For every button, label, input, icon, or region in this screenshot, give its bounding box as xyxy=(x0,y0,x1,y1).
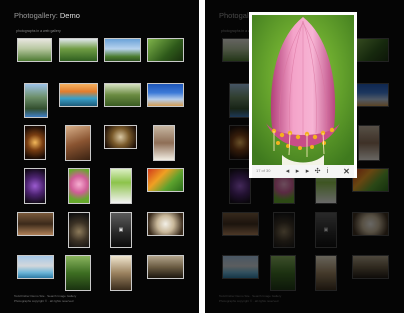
photo-courtyard-thumbnail xyxy=(352,255,389,279)
photo-garden-steps-thumbnail[interactable] xyxy=(17,38,52,62)
photo-palm-shadow-thumbnail[interactable] xyxy=(147,38,184,62)
photo-hall-thumbnail[interactable] xyxy=(110,255,132,291)
photo-purple-orchid-thumbnail[interactable] xyxy=(24,168,46,204)
lightbox: 17 of 30 ◂ ▸ ▸ ✣ i ✕ xyxy=(249,12,357,178)
page-title: Photogallery: Demo xyxy=(14,11,80,20)
subheading: photographs in a web gallery xyxy=(16,29,61,33)
photo-hall-thumbnail xyxy=(315,255,337,291)
lightbox-image[interactable] xyxy=(252,15,354,165)
photo-dish-thumbnail[interactable] xyxy=(104,125,137,149)
lightbox-toolbar: 17 of 30 ◂ ▸ ▸ ✣ i ✕ xyxy=(252,165,354,178)
photo-lawn-trees-thumbnail[interactable] xyxy=(59,38,98,62)
photo-lotus-bud-thumbnail[interactable] xyxy=(68,168,90,204)
photo-flower-vase-thumbnail xyxy=(358,125,380,161)
footer: Todd Fisher Demo Site · Search Image Gal… xyxy=(219,294,281,303)
slideshow-play-icon[interactable]: ▸ xyxy=(303,167,312,176)
door-icon: ▣ xyxy=(323,227,329,233)
photo-flower-vase-thumbnail[interactable] xyxy=(153,125,175,161)
site-title[interactable]: Photogallery xyxy=(14,11,56,20)
photo-sky-landscape-thumbnail[interactable] xyxy=(104,38,141,62)
footer: Todd Fisher Demo Site · Search Image Gal… xyxy=(14,294,76,303)
next-arrow-icon[interactable]: ▸ xyxy=(293,167,302,176)
footer-line-1[interactable]: Todd Fisher Demo Site · Search Image Gal… xyxy=(14,294,76,299)
photo-plant-pot-thumbnail[interactable] xyxy=(110,168,132,204)
photo-door-thumbnail: ▣ xyxy=(315,212,337,248)
photo-palm-shadow-thumbnail xyxy=(352,38,389,62)
photo-tree-thumbnail[interactable] xyxy=(65,255,91,291)
photo-purple-orchid-thumbnail xyxy=(229,168,251,204)
photo-plate-thumbnail[interactable] xyxy=(147,212,184,236)
photo-urn-thumbnail[interactable] xyxy=(68,212,90,248)
photo-tropical-leaves-thumbnail[interactable] xyxy=(147,168,184,192)
title-separator: : xyxy=(55,11,58,20)
close-icon[interactable]: ✕ xyxy=(342,167,351,176)
photo-door-thumbnail[interactable]: ▣ xyxy=(110,212,132,248)
previous-arrow-icon[interactable]: ◂ xyxy=(283,167,292,176)
photo-candle-thumbnail xyxy=(229,125,251,160)
door-icon: ▣ xyxy=(118,227,124,233)
photo-tree-thumbnail xyxy=(270,255,296,291)
photo-terrace-thumbnail[interactable] xyxy=(17,212,54,236)
photo-blue-mountains-thumbnail xyxy=(352,83,389,107)
footer-line-1: Todd Fisher Demo Site · Search Image Gal… xyxy=(219,294,282,298)
zoom-icon[interactable]: ✣ xyxy=(313,167,322,176)
photo-blue-pool-thumbnail xyxy=(222,255,259,279)
gallery-name: Demo xyxy=(59,11,80,20)
gallery-panel: Photogallery: Demo photographs in a web … xyxy=(0,0,199,313)
photo-blue-pool-thumbnail[interactable] xyxy=(17,255,54,279)
photo-courtyard-thumbnail[interactable] xyxy=(147,255,184,279)
info-icon[interactable]: i xyxy=(323,167,332,176)
photo-terrace-thumbnail xyxy=(222,212,259,236)
lotus-bud-photo xyxy=(252,15,354,165)
photo-tropical-leaves-thumbnail xyxy=(352,168,389,192)
photo-trees-lawn-thumbnail[interactable] xyxy=(104,83,141,107)
footer-line-2: Photographs copyright © · all rights res… xyxy=(14,298,74,303)
lightbox-controls: ◂ ▸ ▸ ✣ i xyxy=(283,167,332,176)
photo-pool-sunset-thumbnail[interactable] xyxy=(59,83,98,107)
footer-line-2: Photographs copyright © · all rights res… xyxy=(219,298,279,303)
photo-urn-thumbnail xyxy=(273,212,295,248)
photo-candle-thumbnail[interactable] xyxy=(24,125,46,160)
image-counter: 17 of 30 xyxy=(256,168,271,173)
photo-spa-towels-thumbnail[interactable] xyxy=(65,125,91,161)
photo-blue-mountains-thumbnail[interactable] xyxy=(147,83,184,107)
photo-plate-thumbnail xyxy=(352,212,389,236)
photo-villa-thumbnail[interactable] xyxy=(24,83,48,118)
